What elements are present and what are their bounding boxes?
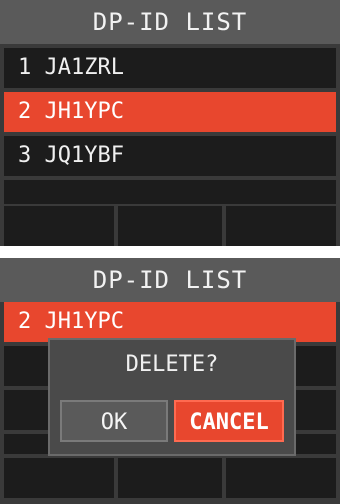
- softkey-1[interactable]: [4, 458, 114, 498]
- softkey-3[interactable]: [226, 458, 336, 498]
- list-item-selected[interactable]: 2 JH1YPC: [4, 302, 336, 342]
- softkey-2[interactable]: [118, 206, 222, 246]
- delete-dialog: DELETE? OK CANCEL: [48, 338, 296, 456]
- list-item-selected[interactable]: 2 JH1YPC: [4, 92, 336, 132]
- softkey-bar: [4, 458, 336, 498]
- softkey-bar: [4, 206, 336, 246]
- empty-list-row: [4, 180, 336, 204]
- dp-id-list-screen: DP-ID LIST 1 JA1ZRL 2 JH1YPC 3 JQ1YBF: [0, 0, 340, 246]
- list-item[interactable]: 3 JQ1YBF: [4, 136, 336, 176]
- screen-title: DP-ID LIST: [0, 0, 340, 44]
- cancel-button[interactable]: CANCEL: [174, 400, 284, 442]
- softkey-2[interactable]: [118, 458, 222, 498]
- ok-button[interactable]: OK: [60, 400, 168, 442]
- delete-confirm-screen: DP-ID LIST 2 JH1YPC DELETE? OK CANCEL: [0, 258, 340, 504]
- dialog-message: DELETE?: [125, 352, 219, 377]
- softkey-1[interactable]: [4, 206, 114, 246]
- screen-title: DP-ID LIST: [0, 258, 340, 302]
- softkey-3[interactable]: [226, 206, 336, 246]
- list-item[interactable]: 1 JA1ZRL: [4, 48, 336, 88]
